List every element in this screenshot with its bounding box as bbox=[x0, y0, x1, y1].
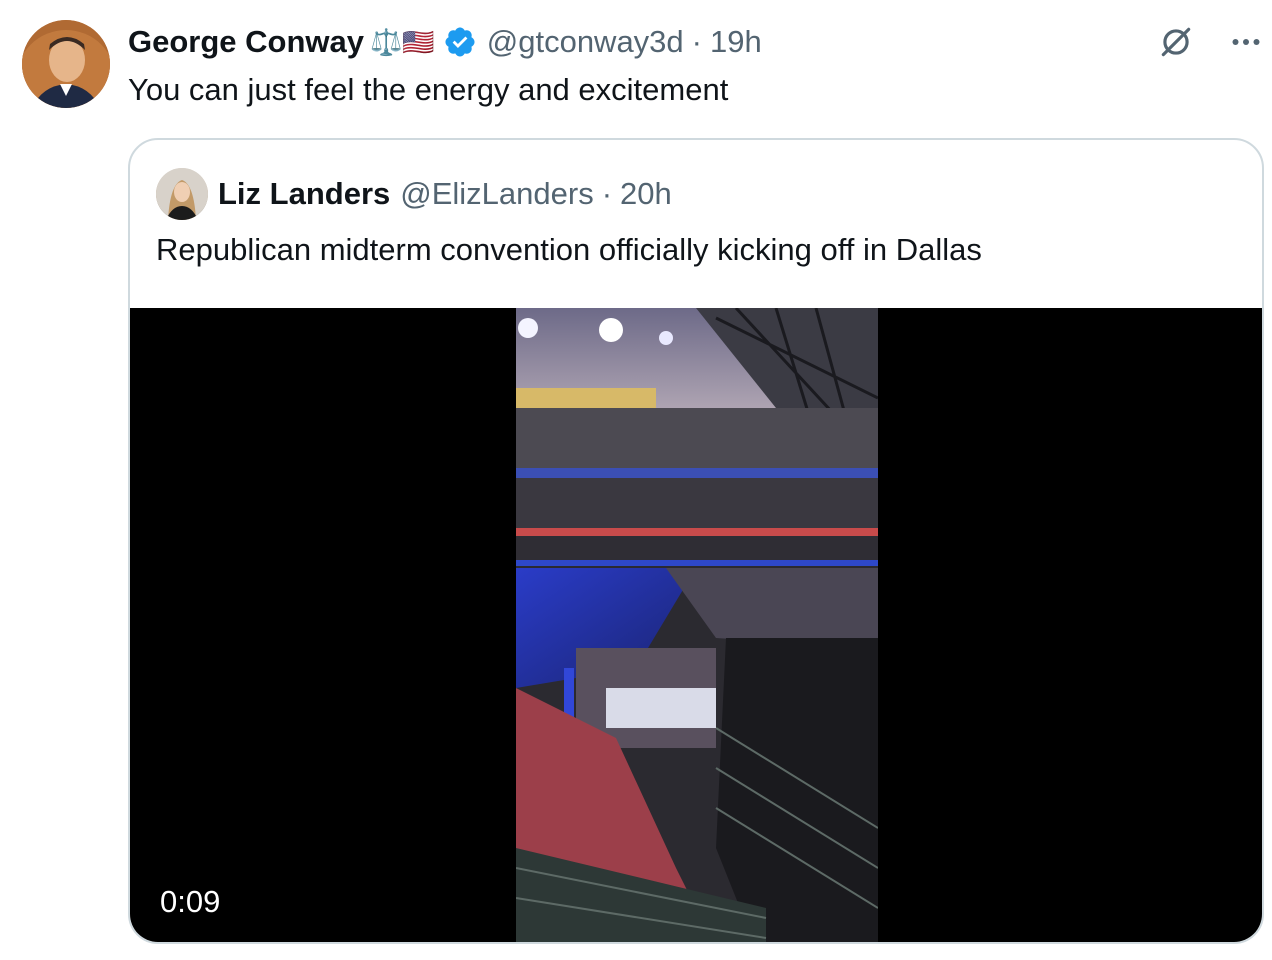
quoted-tweet-timestamp[interactable]: 20h bbox=[620, 176, 672, 212]
author-handle[interactable]: @gtconway3d bbox=[487, 24, 684, 60]
tweet-actions-top bbox=[1156, 22, 1266, 62]
header-separator: · bbox=[691, 24, 702, 59]
author-avatar[interactable] bbox=[22, 20, 110, 108]
verified-badge-icon[interactable] bbox=[443, 25, 477, 59]
author-display-name[interactable]: George Conway bbox=[128, 24, 364, 60]
quoted-author-handle[interactable]: @ElizLanders bbox=[400, 176, 593, 212]
video-frame bbox=[516, 308, 878, 942]
quoted-header-separator: · bbox=[601, 176, 613, 211]
more-options-icon[interactable] bbox=[1226, 22, 1266, 62]
quoted-tweet-text: Republican midterm convention officially… bbox=[156, 232, 982, 267]
tweet-header: George Conway ⚖️🇺🇸 @gtconway3d · 19h bbox=[128, 20, 762, 64]
quoted-author-display-name[interactable]: Liz Landers bbox=[218, 176, 390, 212]
tweet[interactable]: George Conway ⚖️🇺🇸 @gtconway3d · 19h You… bbox=[0, 0, 1272, 960]
quoted-tweet-header: Liz Landers @ElizLanders · 20h bbox=[156, 168, 672, 220]
arena-video-thumbnail bbox=[516, 308, 878, 942]
grok-icon[interactable] bbox=[1156, 22, 1196, 62]
name-emoji: ⚖️🇺🇸 bbox=[370, 26, 435, 57]
quoted-tweet[interactable]: Liz Landers @ElizLanders · 20h Republica… bbox=[128, 138, 1264, 944]
quoted-author-avatar bbox=[156, 168, 208, 220]
author-avatar-image bbox=[22, 20, 110, 108]
tweet-timestamp[interactable]: 19h bbox=[710, 24, 762, 60]
video-duration: 0:09 bbox=[160, 884, 221, 919]
tweet-text: You can just feel the energy and excitem… bbox=[128, 72, 729, 107]
video-player[interactable]: 0:09 bbox=[130, 308, 1262, 942]
